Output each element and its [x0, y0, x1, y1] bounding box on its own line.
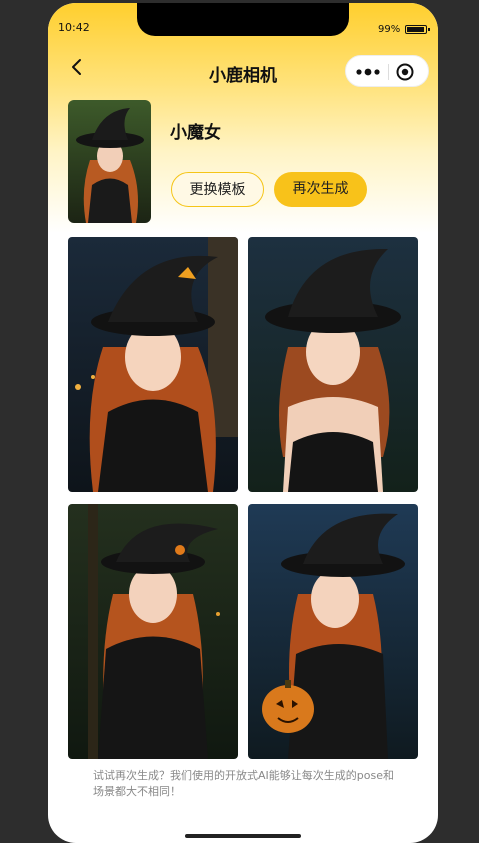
notch	[137, 3, 349, 36]
battery-icon	[405, 25, 430, 34]
result-photo-3[interactable]	[68, 504, 238, 759]
footer-tip: 试试再次生成？我们使用的开放式AI能够让每次生成的pose和场景都大不相同！	[93, 769, 394, 798]
miniprogram-capsule	[345, 55, 429, 87]
change-template-button[interactable]: 更换模板	[171, 172, 264, 207]
target-circle-icon[interactable]	[396, 63, 414, 81]
result-photo-1[interactable]	[68, 237, 238, 492]
template-thumbnail[interactable]	[68, 100, 151, 223]
status-time: 10:42	[58, 21, 90, 34]
regenerate-button[interactable]: 再次生成	[274, 172, 367, 207]
more-dots-icon[interactable]	[354, 63, 384, 81]
battery-percent: 99%	[378, 24, 401, 35]
result-photo-2[interactable]	[248, 237, 418, 492]
capsule-divider	[388, 64, 389, 80]
phone-screen: 10:42 99% 小鹿相机 小魔女 更换模板 再次生成 试试再次生成？我们使用…	[48, 3, 438, 843]
template-name: 小魔女	[170, 123, 221, 143]
result-photo-4[interactable]	[248, 504, 418, 759]
